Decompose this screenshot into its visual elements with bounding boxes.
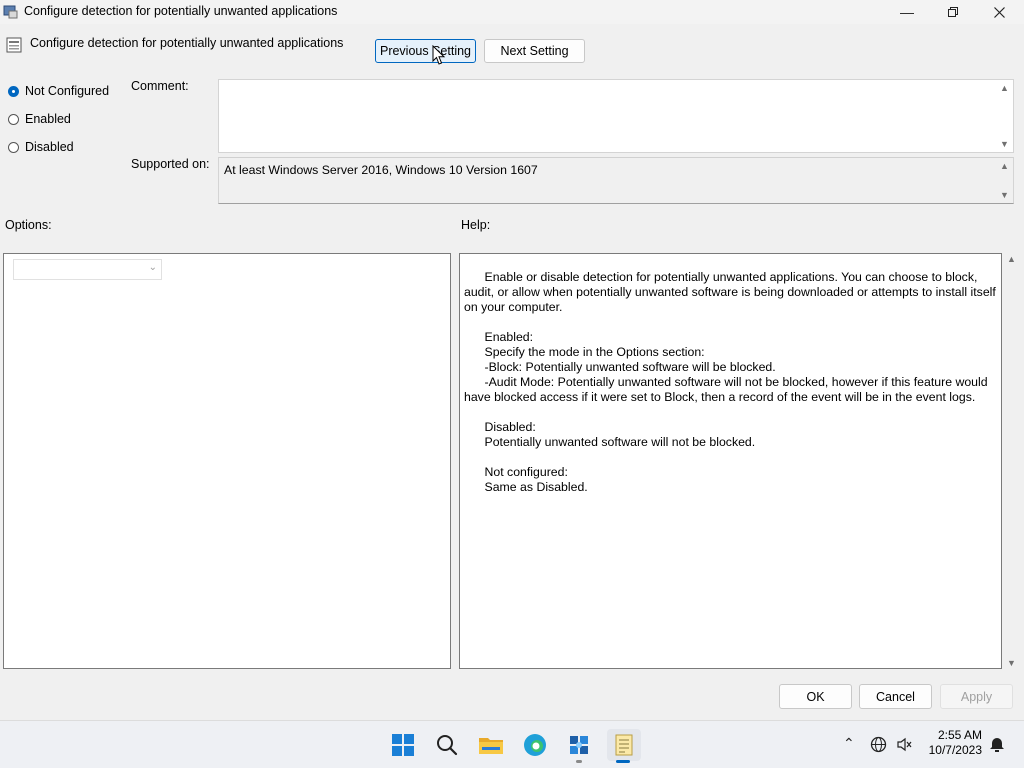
- radio-not-configured[interactable]: Not Configured: [8, 82, 109, 100]
- notification-icon[interactable]: [988, 736, 1006, 757]
- previous-setting-button[interactable]: Previous Setting: [375, 39, 476, 63]
- radio-disabled-label: Disabled: [25, 140, 74, 154]
- radio-not-configured-label: Not Configured: [25, 84, 110, 98]
- network-app-icon[interactable]: [563, 729, 595, 761]
- windows-start-icon[interactable]: [387, 729, 419, 761]
- file-explorer-icon[interactable]: [475, 729, 507, 761]
- help-label: Help:: [461, 218, 491, 232]
- comment-textarea[interactable]: ▲ ▼: [218, 79, 1014, 153]
- chevron-up-icon[interactable]: ⌃: [843, 735, 855, 752]
- scroll-down-icon[interactable]: ▼: [1007, 658, 1016, 668]
- supported-on-field: At least Windows Server 2016, Windows 10…: [218, 157, 1014, 204]
- supported-on-label: Supported on:: [131, 157, 210, 171]
- mode-dropdown[interactable]: ⌄: [13, 259, 162, 280]
- comment-label: Comment:: [131, 79, 189, 93]
- radio-enabled-label: Enabled: [25, 112, 71, 126]
- minimize-button[interactable]: —: [884, 0, 930, 24]
- scroll-down-icon[interactable]: ▼: [1000, 187, 1009, 203]
- radio-disabled-indicator[interactable]: [8, 141, 19, 153]
- radio-not-configured-indicator[interactable]: [8, 85, 19, 97]
- supported-on-value: At least Windows Server 2016, Windows 10…: [224, 163, 538, 177]
- radio-enabled-indicator[interactable]: [8, 113, 19, 125]
- restore-icon: [948, 7, 958, 17]
- ok-button[interactable]: OK: [779, 684, 852, 709]
- comment-value: [219, 80, 1013, 88]
- apply-button[interactable]: Apply: [940, 684, 1013, 709]
- help-panel: Enable or disable detection for potentia…: [459, 253, 1002, 669]
- close-button[interactable]: [976, 0, 1022, 24]
- active-indicator: [616, 760, 630, 763]
- speaker-muted-icon[interactable]: [896, 736, 913, 756]
- mouse-cursor-icon: [432, 45, 446, 65]
- cancel-button[interactable]: Cancel: [859, 684, 932, 709]
- supported-on-scrollbar[interactable]: ▲ ▼: [996, 158, 1013, 203]
- radio-enabled[interactable]: Enabled: [8, 110, 71, 128]
- scroll-up-icon[interactable]: ▲: [1007, 254, 1016, 264]
- clock-time: 2:55 AM: [937, 728, 982, 742]
- globe-icon[interactable]: [870, 736, 887, 756]
- minimize-icon: —: [900, 4, 914, 20]
- comment-scrollbar[interactable]: ▲ ▼: [996, 80, 1013, 152]
- search-icon[interactable]: [431, 729, 463, 761]
- maximize-button[interactable]: [930, 0, 976, 24]
- policy-header-title: Configure detection for potentially unwa…: [30, 36, 344, 50]
- policy-app-icon: [3, 5, 18, 19]
- setting-icon: [6, 37, 22, 53]
- options-label: Options:: [5, 218, 52, 232]
- edge-icon[interactable]: [519, 729, 551, 761]
- window-title: Configure detection for potentially unwa…: [24, 4, 338, 18]
- clock-date: 10/7/2023: [928, 743, 982, 757]
- scroll-down-icon[interactable]: ▼: [1000, 136, 1009, 152]
- chevron-down-icon: ⌄: [148, 262, 157, 273]
- notepad-icon[interactable]: [607, 729, 641, 761]
- scroll-up-icon[interactable]: ▲: [1000, 158, 1009, 174]
- running-indicator: [576, 760, 582, 763]
- options-panel: [3, 253, 451, 669]
- clock[interactable]: 2:55 AM 10/7/2023: [929, 728, 982, 758]
- next-setting-button[interactable]: Next Setting: [484, 39, 585, 63]
- close-icon: [993, 6, 1005, 18]
- help-text: Enable or disable detection for potentia…: [464, 270, 996, 494]
- help-scrollbar[interactable]: ▲ ▼: [1003, 254, 1020, 668]
- scroll-up-icon[interactable]: ▲: [1000, 80, 1009, 96]
- radio-disabled[interactable]: Disabled: [8, 138, 74, 156]
